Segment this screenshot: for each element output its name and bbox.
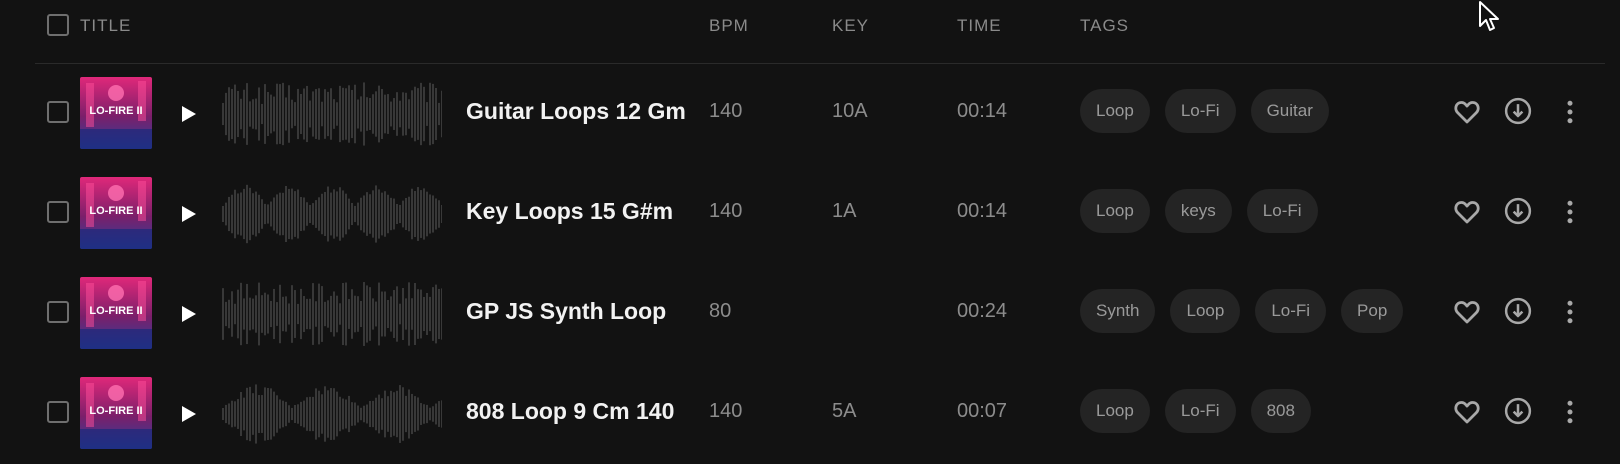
time-value: 00:14 <box>957 100 1008 122</box>
column-header-tags: TAGS <box>1080 16 1130 35</box>
download-icon[interactable] <box>1503 196 1533 226</box>
album-art-text: LO-FIRE II <box>89 405 142 417</box>
more-vertical-icon[interactable] <box>1555 197 1585 227</box>
bpm-value: 140 <box>709 200 743 222</box>
time-value: 00:14 <box>957 200 1008 222</box>
track-row[interactable]: LO-FIRE II GP JS Synth Loop 80 00:24 Synth Lo… <box>0 264 1620 364</box>
time-value: 00:24 <box>957 300 1008 322</box>
bpm-value: 80 <box>709 300 732 322</box>
album-art[interactable]: LO-FIRE II <box>80 77 152 149</box>
track-title[interactable]: Key Loops 15 G#m <box>466 198 686 225</box>
tag-chip[interactable]: Guitar <box>1250 89 1329 133</box>
track-title[interactable]: GP JS Synth Loop <box>466 298 686 325</box>
key-value: 5A <box>832 400 857 422</box>
play-icon[interactable] <box>180 104 198 124</box>
key-value: 10A <box>832 100 868 122</box>
tag-chip[interactable]: keys <box>1164 189 1232 233</box>
key-value: 1A <box>832 200 857 222</box>
tag-chip[interactable]: Loop <box>1080 89 1150 133</box>
waveform[interactable] <box>222 379 442 449</box>
select-all-checkbox[interactable] <box>47 14 69 36</box>
tag-list: Loop Lo-Fi Guitar <box>1080 89 1329 133</box>
album-art-text: LO-FIRE II <box>89 105 142 117</box>
tag-list: Loop keys Lo-Fi <box>1080 189 1318 233</box>
row-checkbox[interactable] <box>47 201 69 223</box>
download-icon[interactable] <box>1503 96 1533 126</box>
waveform[interactable] <box>222 79 442 149</box>
album-art-text: LO-FIRE II <box>89 305 142 317</box>
track-row[interactable]: LO-FIRE II Guitar Loops 12 Gm 140 10A 00:14 L… <box>0 64 1620 164</box>
column-header-time[interactable]: TIME <box>957 16 1002 36</box>
row-checkbox[interactable] <box>47 401 69 423</box>
tag-chip[interactable]: Lo-Fi <box>1164 89 1236 133</box>
cursor-icon <box>1479 1 1499 31</box>
time-value: 00:07 <box>957 400 1008 422</box>
table-header: TITLE BPM KEY TIME TAGS <box>0 0 1620 52</box>
track-row[interactable]: LO-FIRE II Key Loops 15 G#m 140 1A 00:14 Loop… <box>0 164 1620 264</box>
play-icon[interactable] <box>180 404 198 424</box>
album-art[interactable]: LO-FIRE II <box>80 177 152 249</box>
column-header-bpm[interactable]: BPM <box>709 16 749 36</box>
more-vertical-icon[interactable] <box>1555 297 1585 327</box>
album-art[interactable]: LO-FIRE II <box>80 377 152 449</box>
tag-list: Loop Lo-Fi 808 <box>1080 389 1311 433</box>
download-icon[interactable] <box>1503 296 1533 326</box>
column-header-title[interactable]: TITLE <box>80 16 131 36</box>
album-art[interactable]: LO-FIRE II <box>80 277 152 349</box>
waveform[interactable] <box>222 279 442 349</box>
heart-icon[interactable] <box>1452 297 1482 327</box>
tag-chip[interactable]: Lo-Fi <box>1164 389 1236 433</box>
tag-list: Synth Loop Lo-Fi Pop <box>1080 289 1404 333</box>
tag-chip[interactable]: Loop <box>1170 289 1241 333</box>
tag-chip[interactable]: 808 <box>1250 389 1311 433</box>
waveform[interactable] <box>222 179 442 249</box>
row-checkbox[interactable] <box>47 301 69 323</box>
track-title[interactable]: Guitar Loops 12 Gm <box>466 98 686 125</box>
heart-icon[interactable] <box>1452 197 1482 227</box>
bpm-value: 140 <box>709 400 743 422</box>
heart-icon[interactable] <box>1452 397 1482 427</box>
tag-chip[interactable]: Loop <box>1080 189 1150 233</box>
more-vertical-icon[interactable] <box>1555 97 1585 127</box>
bpm-value: 140 <box>709 100 743 122</box>
tag-chip[interactable]: Pop <box>1341 289 1404 333</box>
track-title[interactable]: 808 Loop 9 Cm 140 <box>466 398 686 425</box>
tag-chip[interactable]: Synth <box>1080 289 1156 333</box>
tag-chip[interactable]: Lo-Fi <box>1255 289 1327 333</box>
heart-icon[interactable] <box>1452 97 1482 127</box>
tag-chip[interactable]: Loop <box>1080 389 1150 433</box>
row-checkbox[interactable] <box>47 101 69 123</box>
play-icon[interactable] <box>180 204 198 224</box>
more-vertical-icon[interactable] <box>1555 397 1585 427</box>
download-icon[interactable] <box>1503 396 1533 426</box>
album-art-text: LO-FIRE II <box>89 205 142 217</box>
tag-chip[interactable]: Lo-Fi <box>1246 189 1318 233</box>
column-header-key[interactable]: KEY <box>832 16 869 36</box>
track-row[interactable]: LO-FIRE II 808 Loop 9 Cm 140 140 5A 00:07 Loo… <box>0 364 1620 464</box>
play-icon[interactable] <box>180 304 198 324</box>
